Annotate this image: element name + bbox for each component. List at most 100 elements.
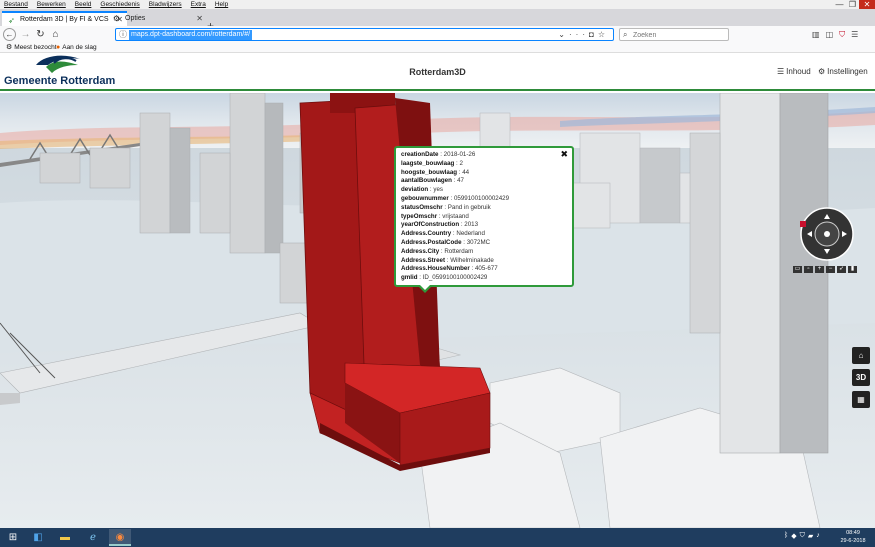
popup-key: deviation [401, 186, 429, 194]
popup-key: laagste_bouwlaag [401, 159, 455, 167]
popup-key: Address.PostalCode [401, 238, 462, 246]
volume-icon[interactable]: ♪ [816, 532, 820, 540]
pointer-icon[interactable]: ➶ [837, 266, 846, 273]
popup-value: Rotterdam [444, 247, 474, 255]
pan-icon[interactable]: ▫ [804, 266, 813, 273]
zoom-out-icon[interactable]: − [826, 266, 835, 273]
bookmark-label: Aan de slag [62, 44, 97, 51]
internet-explorer-icon[interactable]: ℯ [82, 529, 104, 546]
tab-strip: ➶ Rotterdam 3D | By FI & VCS ✕ ⚙ Opties … [0, 9, 875, 33]
menu-help[interactable]: Help [215, 0, 228, 9]
popup-row: hoogste_bouwlaag : 44 [401, 168, 470, 176]
popup-value: ID_0599100100002429 [422, 274, 488, 282]
popup-row: gmlid : ID_0599100100002429 [401, 274, 488, 282]
popup-value: 3072MC [466, 238, 491, 246]
popup-row: Address.HouseNumber : 405-677 [401, 265, 498, 273]
app-header: Gemeente Rotterdam Rotterdam3D ☰ Inhoud … [0, 53, 875, 91]
back-arrow-icon[interactable]: ← [3, 28, 16, 41]
inhoud-label: Inhoud [786, 67, 811, 76]
popup-key: creationDate [401, 151, 439, 158]
reload-icon[interactable]: ↻ [34, 28, 47, 41]
popup-rows: creationDate : 2018-01-26 laagste_bouwlaa… [401, 151, 572, 283]
close-icon[interactable]: ✖ [560, 149, 568, 160]
bookmark-star-icon[interactable]: ☆ [598, 30, 609, 39]
url-bar[interactable]: ⓘ maps.dpt-dashboard.com/rotterdam/#/ ⌄·… [115, 28, 614, 41]
pocket-icon[interactable]: ◘ [589, 30, 598, 39]
3d-toggle-button[interactable]: 3D [852, 369, 870, 386]
map-toolbar: ▭ ▫ + − ➶ ▮ [793, 266, 857, 273]
info-icon[interactable]: ⓘ [119, 29, 127, 41]
sidebar-icon[interactable]: ◫ [826, 28, 834, 41]
popup-value: vrijstaand [442, 212, 469, 220]
firefox-icon: ● [56, 44, 61, 51]
menu-bestand[interactable]: Bestand [4, 0, 28, 9]
shield-icon[interactable]: ⛉ [800, 532, 805, 540]
close-tab-icon[interactable]: ✕ [196, 11, 203, 26]
navigation-bar: ← → ↻ ⌂ ⓘ maps.dpt-dashboard.com/rotterd… [0, 26, 875, 42]
home-button[interactable]: ⌂ [852, 347, 870, 364]
menu-geschiedenis[interactable]: Geschiedenis [100, 0, 139, 9]
menu-bladwijzers[interactable]: Bladwijzers [149, 0, 182, 9]
popup-value: Pand in gebruik [447, 203, 491, 211]
bookmarks-bar: ⚙ Meest bezocht ● Aan de slag [0, 42, 875, 53]
menu-beeld[interactable]: Beeld [75, 0, 92, 9]
app-favicon-icon: ➶ [8, 16, 15, 25]
tab-opties[interactable]: ⚙ Opties ✕ [107, 11, 207, 26]
windows-start-icon[interactable]: ⊞ [2, 529, 24, 546]
outlook-icon[interactable]: ◧ [27, 529, 49, 546]
dropdown-icon[interactable]: ⌄ [558, 30, 569, 39]
menu-bewerken[interactable]: Bewerken [37, 0, 66, 9]
firefox-taskbar-icon[interactable]: ◉ [109, 529, 131, 546]
feature-info-popup: ✖ creationDate : 2018-01-26 laagste_bouwl… [394, 146, 574, 293]
library-icon[interactable]: ▥ [812, 28, 820, 41]
compass-icon[interactable] [800, 207, 854, 261]
menu-bar: Bestand Bewerken Beeld Geschiedenis Blad… [0, 0, 875, 9]
gear-icon: ⚙ [818, 67, 826, 76]
clock-time: 08:49 [846, 530, 860, 536]
search-input[interactable] [633, 30, 723, 40]
popup-row: deviation : yes [401, 186, 443, 194]
info-icon[interactable]: ▮ [848, 266, 857, 273]
popup-key: hoogste_bouwlaag [401, 168, 458, 176]
popup-key: Address.City [401, 247, 440, 255]
popup-value: 0599100100002429 [453, 194, 510, 202]
shield-icon[interactable]: ⛉ [839, 28, 845, 41]
gear-icon: ⚙ [112, 14, 121, 23]
toolbar-right: ▥ ◫ ⛉ ☰ [812, 28, 858, 41]
url-tools: ⌄···◘☆ [558, 29, 609, 41]
popup-value: 44 [462, 168, 470, 176]
grid-button[interactable]: ▦ [852, 391, 870, 408]
more-icon[interactable]: ··· [569, 30, 589, 39]
instellingen-label: Instellingen [827, 67, 868, 76]
bluetooth-icon[interactable]: ᛒ [784, 532, 788, 540]
hamburger-menu-icon[interactable]: ☰ [851, 28, 858, 41]
zoom-in-icon[interactable]: + [815, 266, 824, 273]
popup-key: typeOmschr [401, 212, 438, 220]
menu-extra[interactable]: Extra [191, 0, 206, 9]
popup-key: Address.HouseNumber [401, 265, 470, 273]
network-icon[interactable]: ▰ [808, 532, 813, 540]
app-tray-icon[interactable]: ◆ [791, 532, 796, 540]
popup-row: statusOmschr : Pand in gebruik [401, 203, 491, 211]
gear-icon: ⚙ [6, 44, 13, 51]
bookmark-aan-de-slag[interactable]: ● Aan de slag [56, 42, 97, 53]
clock[interactable]: 08:49 29-6-2018 [838, 529, 868, 545]
file-explorer-icon[interactable]: ▬ [54, 529, 76, 546]
tilt-icon[interactable]: ▭ [793, 266, 802, 273]
popup-value: 2018-01-26 [443, 151, 476, 158]
popup-value: Wilhelminakade [450, 256, 494, 264]
popup-row: creationDate : 2018-01-26 [401, 151, 476, 158]
inhoud-button[interactable]: ☰ Inhoud [777, 67, 811, 76]
popup-key: gmlid [401, 274, 418, 282]
forward-arrow-icon[interactable]: → [19, 28, 32, 41]
navigation-widget[interactable] [800, 207, 854, 261]
search-bar[interactable]: ⌕ [619, 28, 729, 41]
url-text[interactable]: maps.dpt-dashboard.com/rotterdam/#/ [129, 30, 253, 40]
home-icon[interactable]: ⌂ [49, 28, 62, 41]
popup-row: laagste_bouwlaag : 2 [401, 159, 463, 167]
popup-row: Address.Street : Wilhelminakade [401, 256, 494, 264]
bookmark-meest-bezocht[interactable]: ⚙ Meest bezocht [6, 42, 57, 53]
instellingen-button[interactable]: ⚙ Instellingen [818, 67, 868, 76]
popup-key: Address.Country [401, 230, 452, 238]
popup-value: 405-677 [474, 265, 498, 273]
